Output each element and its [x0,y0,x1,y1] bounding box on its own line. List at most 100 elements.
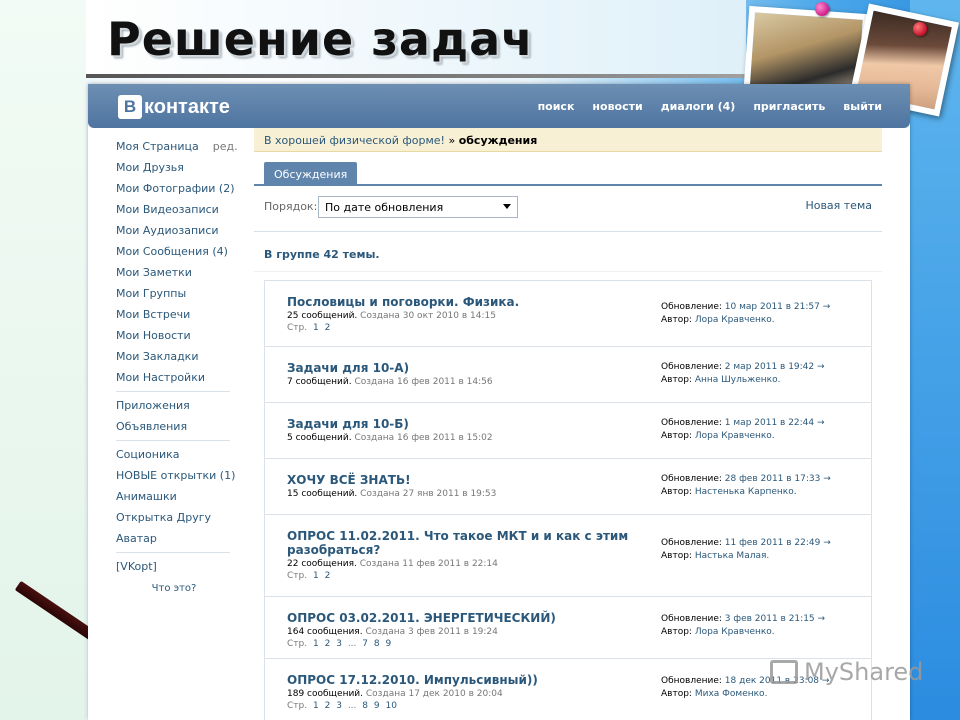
pages-ellipsis: ... [347,701,357,711]
author-label: Автор: [661,315,692,325]
watermark: MyShared [770,658,923,686]
author-link[interactable]: Лора Кравченко. [695,315,775,325]
page-link[interactable]: 3 [336,701,342,711]
page-link[interactable]: 1 [313,701,319,711]
author-link[interactable]: Лора Кравченко. [695,627,775,637]
topic-update-info: Обновление: 11 фев 2011 в 22:49 → Автор:… [661,537,831,563]
topic-created: Создана 16 фев 2011 в 14:56 [354,377,493,387]
sidebar-item-settings[interactable]: Мои Настройки [116,367,232,388]
page-link[interactable]: 2 [325,323,331,333]
update-label: Обновление: [661,614,722,624]
update-label: Обновление: [661,302,722,312]
update-link[interactable]: 1 мар 2011 в 22:44 → [725,418,825,428]
pushpin-icon [815,2,829,16]
breadcrumb-current: обсуждения [458,134,538,147]
page-link[interactable]: 8 [362,701,368,711]
vk-logo[interactable]: В контакте [118,95,230,119]
sidebar-item-avatar[interactable]: Аватар [116,528,232,549]
sidebar-item-friend-card[interactable]: Открытка Другу [116,507,232,528]
order-select[interactable]: По дате обновления [318,196,518,218]
sidebar-item-vkopt[interactable]: [VKopt] [116,556,232,577]
new-topic-link[interactable]: Новая тема [805,199,872,212]
topic-update-info: Обновление: 2 мар 2011 в 19:42 → Автор: … [661,361,825,387]
help-link[interactable]: Что это? [116,583,232,594]
author-link[interactable]: Миха Фоменко. [695,689,768,699]
sidebar-item-ads[interactable]: Объявления [116,416,232,437]
nav-logout[interactable]: выйти [843,100,882,113]
sidebar-item-socionics[interactable]: Соционика [116,444,232,465]
topic-created: Создана 3 фев 2011 в 19:24 [365,627,498,637]
nav-news[interactable]: новости [592,100,642,113]
topic-created: Создана 17 дек 2010 в 20:04 [365,689,503,699]
update-label: Обновление: [661,474,722,484]
sidebar-item-apps[interactable]: Приложения [116,395,232,416]
sidebar-item-label[interactable]: Моя Страница [116,140,199,153]
menu-divider [116,552,230,553]
page-link[interactable]: 2 [325,639,331,649]
topic-count: 5 сообщений. [287,433,352,443]
nav-dialogs[interactable]: диалоги (4) [661,100,736,113]
topic-update-info: Обновление: 1 мар 2011 в 22:44 → Автор: … [661,417,825,443]
vk-logo-text: контакте [144,95,230,118]
author-link[interactable]: Настька Малая. [695,551,769,561]
author-link[interactable]: Настенька Карпенко. [695,487,797,497]
update-link[interactable]: 10 мар 2011 в 21:57 → [725,302,830,312]
sidebar-item-notes[interactable]: Мои Заметки [116,262,232,283]
author-label: Автор: [661,375,692,385]
author-link[interactable]: Лора Кравченко. [695,431,775,441]
author-link[interactable]: Анна Шульженко. [695,375,781,385]
update-link[interactable]: 3 фев 2011 в 21:15 → [725,614,825,624]
author-label: Автор: [661,431,692,441]
topic-list: Пословицы и поговорки. Физика. 25 сообще… [264,280,872,720]
page-link[interactable]: 1 [313,639,319,649]
page-link[interactable]: 9 [374,701,380,711]
tab-bar: Обсуждения [254,162,882,186]
sidebar-item-news[interactable]: Мои Новости [116,325,232,346]
topic-count: 22 сообщения. [287,559,357,569]
sidebar-item-videos[interactable]: Мои Видеозаписи [116,199,232,220]
sidebar-item-bookmarks[interactable]: Мои Закладки [116,346,232,367]
topic-count: 164 сообщения. [287,627,363,637]
slide-title: Решение задач [107,12,534,66]
breadcrumb-group-link[interactable]: В хорошей физической форме! [264,134,445,147]
nav-invite[interactable]: пригласить [753,100,825,113]
page-link[interactable]: 2 [325,571,331,581]
breadcrumb: В хорошей физической форме! » обсуждения [254,128,882,152]
page-link[interactable]: 1 [313,571,319,581]
topic-count: 7 сообщений. [287,377,352,387]
group-topic-count: В группе 42 темы. [254,232,882,272]
sidebar-item-postcards[interactable]: НОВЫЕ открытки (1) [116,465,235,486]
sidebar-item-photos[interactable]: Мои Фотографии (2) [116,178,235,199]
tab-discussions[interactable]: Обсуждения [264,162,358,186]
update-link[interactable]: 28 фев 2011 в 17:33 → [725,474,831,484]
edit-link[interactable]: ред. [213,140,238,153]
topic-pages: Стр. 1 2 3 ... 8 9 10 [287,701,871,711]
list-item: ОПРОС 11.02.2011. Что такое МКТ и и как … [265,515,871,597]
topic-count: 15 сообщений. [287,489,358,499]
sidebar-item-animations[interactable]: Анимашки [116,486,232,507]
page-link[interactable]: 3 [336,639,342,649]
page-link[interactable]: 10 [386,701,397,711]
page-link[interactable]: 1 [313,323,319,333]
pages-label: Стр. [287,701,308,711]
page-link[interactable]: 9 [386,639,392,649]
update-link[interactable]: 2 мар 2011 в 19:42 → [725,362,825,372]
sidebar-item-groups[interactable]: Мои Группы [116,283,232,304]
page-link[interactable]: 8 [374,639,380,649]
topic-pages: Стр. 1 2 3 ... 7 8 9 [287,639,871,649]
list-item: ОПРОС 03.02.2011. ЭНЕРГЕТИЧЕСКИЙ) 164 со… [265,597,871,659]
breadcrumb-separator: » [448,134,456,147]
sidebar-item-friends[interactable]: Мои Друзья [116,157,232,178]
sidebar-item-events[interactable]: Мои Встречи [116,304,232,325]
nav-search[interactable]: поиск [538,100,575,113]
page-link[interactable]: 2 [325,701,331,711]
sidebar-item-my-page[interactable]: Моя Страница ред. [116,136,238,157]
sidebar-item-messages[interactable]: Мои Сообщения (4) [116,241,232,262]
update-link[interactable]: 11 фев 2011 в 22:49 → [725,538,831,548]
sidebar-item-audio[interactable]: Мои Аудиозаписи [116,220,232,241]
vk-window: В контакте поиск новости диалоги (4) при… [88,84,910,720]
page-link[interactable]: 7 [362,639,368,649]
vk-header: В контакте поиск новости диалоги (4) при… [88,84,910,128]
topic-pages: Стр. 1 2 [287,571,871,581]
toolbar: Порядок: По дате обновления Новая тема [254,186,882,232]
